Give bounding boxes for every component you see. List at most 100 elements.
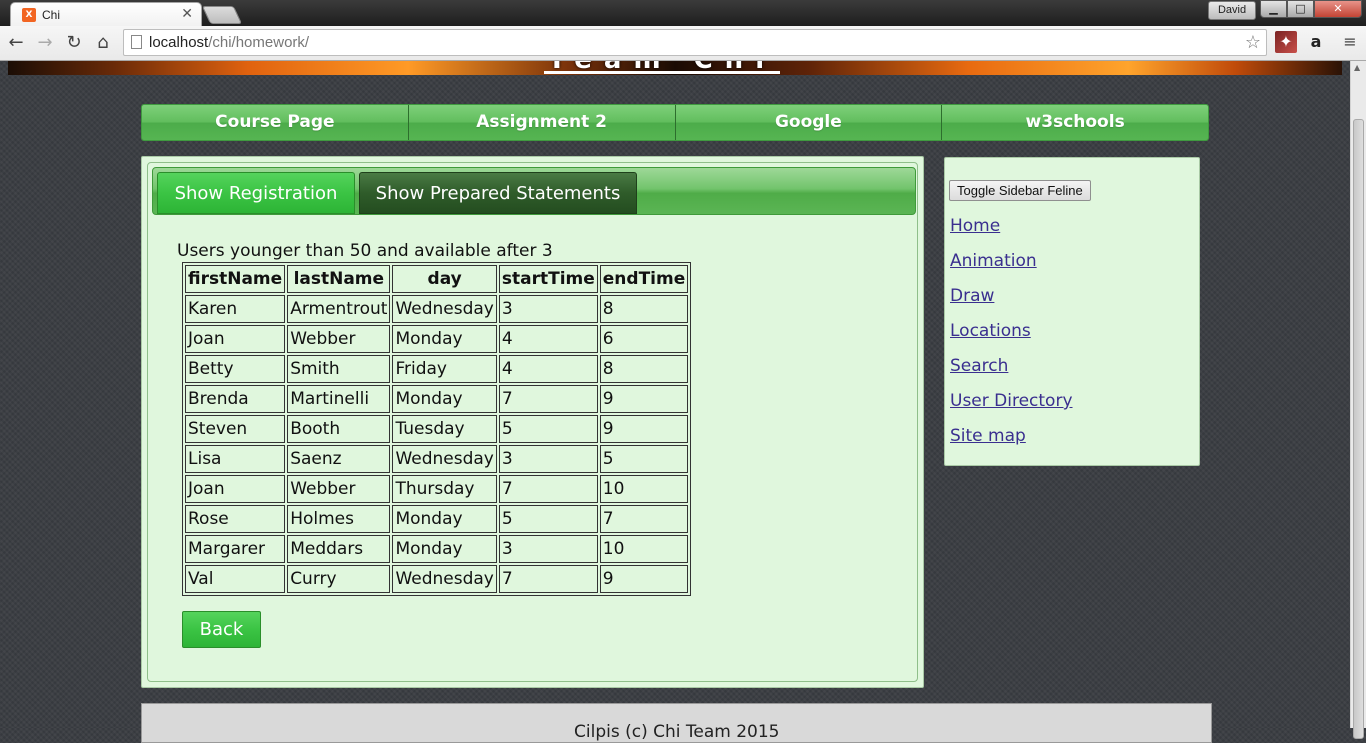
table-cell-startTime: 7 (498, 385, 598, 413)
browser-tabstrip: X Chi ✕ David ▁ □ ✕ (0, 0, 1366, 26)
column-header: firstName (185, 265, 286, 293)
table-cell-startTime: 5 (498, 505, 598, 533)
main-content: Show Registration Show Prepared Statemen… (147, 162, 918, 682)
bookmark-star-icon[interactable]: ☆ (1245, 32, 1261, 53)
table-cell-endTime: 8 (599, 295, 689, 323)
column-header: day (392, 265, 497, 293)
nav-assignment-2[interactable]: Assignment 2 (408, 105, 676, 140)
table-cell-day: Monday (392, 505, 497, 533)
table-cell-endTime: 9 (599, 385, 689, 413)
results-heading: Users younger than 50 and available afte… (177, 241, 553, 261)
url-text[interactable]: localhost/chi/homework/ (149, 34, 309, 51)
maximize-button[interactable]: □ (1287, 0, 1314, 18)
table-cell-lastName: Smith (287, 355, 391, 383)
address-bar[interactable]: localhost/chi/homework/ ☆ (123, 29, 1267, 56)
table-cell-endTime: 10 (599, 475, 689, 503)
sidebar-link-search[interactable]: Search (950, 356, 1008, 376)
minimize-button[interactable]: ▁ (1260, 0, 1287, 18)
nav-google[interactable]: Google (675, 105, 943, 140)
table-cell-startTime: 3 (498, 295, 598, 323)
sidebar-link-site-map[interactable]: Site map (950, 426, 1026, 446)
home-icon[interactable]: ⌂ (92, 32, 114, 54)
toggle-sidebar-button[interactable]: Toggle Sidebar Feline (949, 180, 1091, 201)
table-cell-startTime: 4 (498, 325, 598, 353)
table-row: Margarer Meddars Monday 3 10 (185, 535, 689, 563)
close-window-button[interactable]: ✕ (1314, 0, 1362, 18)
table-cell-firstName: Joan (185, 325, 286, 353)
sidebar-link-locations[interactable]: Locations (950, 321, 1031, 341)
table-cell-lastName: Saenz (287, 445, 391, 473)
scrollbar-thumb[interactable] (1353, 119, 1364, 739)
table-row: Rose Holmes Monday 5 7 (185, 505, 689, 533)
table-body: Karen Armentrout Wednesday 3 8 Joan Webber Mond… (185, 295, 689, 593)
table-cell-firstName: Karen (185, 295, 286, 323)
table-cell-firstName: Rose (185, 505, 286, 533)
nav-course-page[interactable]: Course Page (142, 105, 409, 140)
table-row: Joan Webber Monday 4 6 (185, 325, 689, 353)
footer: Cilpis (c) Chi Team 2015 (141, 703, 1212, 743)
tab-bar: Show Registration Show Prepared Statemen… (152, 167, 916, 215)
tab-show-prepared-statements[interactable]: Show Prepared Statements (359, 172, 637, 214)
sidebar-links: Home Animation Draw Locations Search Use… (950, 216, 1073, 461)
tab-title: Chi (42, 8, 61, 22)
close-tab-icon[interactable]: ✕ (181, 6, 193, 22)
table-cell-day: Monday (392, 385, 497, 413)
table-cell-endTime: 7 (599, 505, 689, 533)
reload-icon[interactable]: ↻ (63, 32, 85, 54)
table-row: Karen Armentrout Wednesday 3 8 (185, 295, 689, 323)
new-tab-button[interactable] (201, 6, 243, 24)
results-table: firstName lastName day startTime endTime… (182, 262, 692, 596)
back-button[interactable]: Back (182, 611, 261, 648)
table-cell-lastName: Martinelli (287, 385, 391, 413)
url-path: /chi/homework/ (208, 34, 310, 51)
table-cell-day: Monday (392, 325, 497, 353)
forward-arrow-icon[interactable]: → (34, 32, 56, 54)
extension-icon[interactable]: ✦ (1275, 31, 1297, 53)
table-cell-startTime: 3 (498, 535, 598, 563)
scroll-up-icon[interactable]: ▲ (1354, 63, 1360, 72)
browser-tab[interactable]: X Chi ✕ (10, 2, 202, 26)
sidebar-link-animation[interactable]: Animation (950, 251, 1037, 271)
table-cell-day: Wednesday (392, 565, 497, 593)
table-cell-endTime: 5 (599, 445, 689, 473)
table-cell-lastName: Armentrout (287, 295, 391, 323)
back-arrow-icon[interactable]: ← (5, 32, 27, 54)
table-cell-endTime: 9 (599, 415, 689, 443)
table-cell-day: Thursday (392, 475, 497, 503)
table-row: Val Curry Wednesday 7 9 (185, 565, 689, 593)
sidebar-link-home[interactable]: Home (950, 216, 1000, 236)
table-cell-day: Tuesday (392, 415, 497, 443)
url-host: localhost (149, 34, 209, 51)
table-cell-startTime: 5 (498, 415, 598, 443)
page-scrollbar[interactable]: ▲ (1350, 61, 1366, 739)
table-cell-lastName: Curry (287, 565, 391, 593)
nav-w3schools[interactable]: w3schools (942, 105, 1208, 140)
table-cell-firstName: Joan (185, 475, 286, 503)
tab-show-registration[interactable]: Show Registration (157, 172, 355, 214)
table-cell-day: Monday (392, 535, 497, 563)
browser-toolbar: ← → ↻ ⌂ localhost/chi/homework/ ☆ ✦ a ≡ (0, 26, 1366, 61)
sidebar-link-draw[interactable]: Draw (950, 286, 994, 306)
sidebar-link-user-directory[interactable]: User Directory (950, 391, 1073, 411)
table-row: Brenda Martinelli Monday 7 9 (185, 385, 689, 413)
table-cell-day: Friday (392, 355, 497, 383)
table-cell-day: Wednesday (392, 295, 497, 323)
table-header-row: firstName lastName day startTime endTime (185, 265, 689, 293)
header-banner: Team Chi (8, 61, 1342, 75)
table-cell-startTime: 3 (498, 445, 598, 473)
table-cell-endTime: 9 (599, 565, 689, 593)
profile-button[interactable]: David (1208, 1, 1256, 20)
xampp-icon: X (22, 8, 36, 22)
table-row: Steven Booth Tuesday 5 9 (185, 415, 689, 443)
page-icon (131, 35, 142, 49)
menu-icon[interactable]: ≡ (1339, 31, 1361, 53)
table-cell-startTime: 7 (498, 565, 598, 593)
table-cell-lastName: Booth (287, 415, 391, 443)
table-cell-endTime: 8 (599, 355, 689, 383)
table-cell-firstName: Lisa (185, 445, 286, 473)
main-panel: Show Registration Show Prepared Statemen… (141, 156, 924, 688)
amazon-icon[interactable]: a (1305, 31, 1327, 53)
table-cell-day: Wednesday (392, 445, 497, 473)
table-cell-firstName: Betty (185, 355, 286, 383)
table-cell-firstName: Brenda (185, 385, 286, 413)
